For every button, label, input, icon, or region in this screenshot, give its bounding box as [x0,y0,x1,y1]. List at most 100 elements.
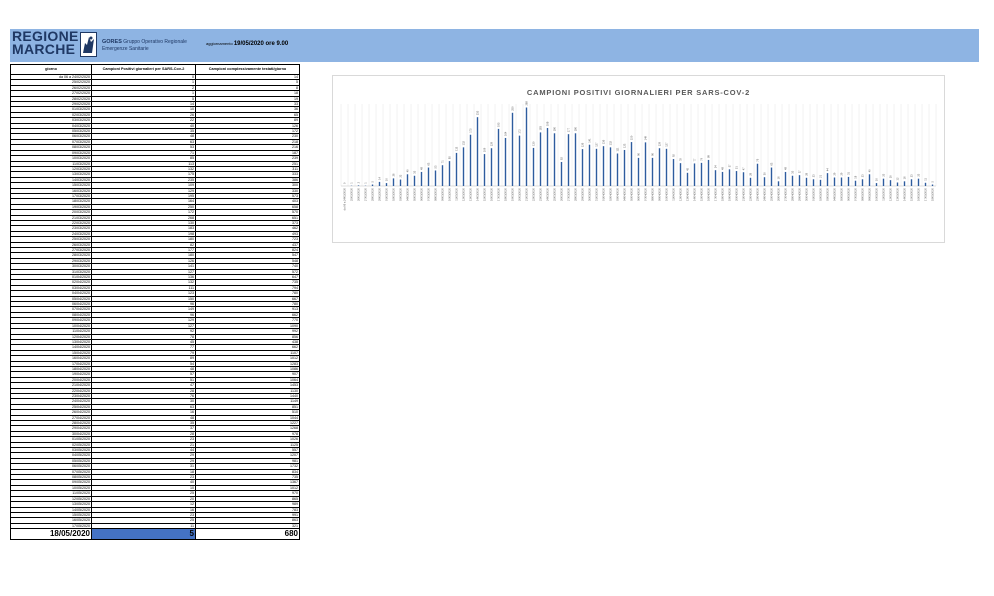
data-label: 63 [427,162,431,165]
col-header-tested: Campioni complessivamente testati/giorno [195,64,300,75]
bar [637,157,640,186]
x-tick-label: 05/04/2020 [630,187,634,201]
data-label: 26 [392,173,396,176]
x-tick-label: 11/03/2020 [455,187,459,200]
data-label: 195 [497,122,501,127]
last-date: 18/05/2020 [10,528,92,541]
bar [763,177,766,186]
x-tick-label: 26/04/2020 [777,187,781,201]
x-tick-label: 29/03/2020 [581,187,585,201]
x-tick-label: 25/04/2020 [770,187,774,201]
bar [875,183,878,186]
update-label: aggiornamento [206,41,233,46]
x-tick-label: 17/05/2020 [924,187,928,201]
table-header-row: giorno Campioni Positivi giornalieri per… [10,64,300,75]
x-tick-label: 20/03/2020 [518,187,522,201]
data-label: 92 [672,154,676,157]
x-tick-label: 02/04/2020 [609,187,613,201]
data-label: 132 [609,140,613,145]
bar [588,144,591,186]
bar [483,154,486,186]
x-tick-label: 28/02/2020 [371,187,375,201]
update-info: aggiornamento 19/05/2020 ore 9.00 [206,41,288,47]
data-label: 79 [700,157,704,160]
x-tick-label: 01/04/2020 [602,187,606,201]
data-label: 35 [413,170,417,173]
x-tick-label: 02/03/2020 [392,187,396,201]
data-label: 23 [861,174,865,177]
data-label: 129 [490,141,494,146]
x-tick-label: 15/03/2020 [483,187,487,201]
data-label: 85 [448,156,452,159]
x-tick-label: 05/05/2020 [840,187,844,201]
table-body: da 06 a 24/02/2020 0 14 25/02/2020 1 5 26/02/2… [10,73,300,541]
data-label: 57 [728,164,732,167]
data-label: 1 [350,182,354,184]
x-tick-label: 24/03/2020 [546,187,550,201]
data-label: 96 [651,152,655,155]
bar [630,142,633,186]
bar [357,185,360,186]
bar [546,128,549,186]
data-label: 29 [840,172,844,175]
bar [616,153,619,186]
x-tick-label: 16/05/2020 [917,187,921,201]
x-tick-label: 18/03/2020 [504,187,508,201]
data-label: 5 [931,181,935,183]
bar [399,179,402,186]
data-label: 40 [868,169,872,172]
x-tick-label: 28/03/2020 [574,187,578,201]
bar [896,182,899,186]
col-header-date: giorno [10,64,92,75]
data-label: 2 [357,181,361,183]
data-label: 129 [658,141,662,146]
bar [721,171,724,186]
gores-desc1: Gruppo Operativo Regionale [123,39,187,45]
data-label: 25 [917,173,921,176]
bar [770,167,773,186]
x-tick-label: 19/03/2020 [511,187,515,201]
data-label: 48 [420,167,424,170]
x-tick-label: 14/05/2020 [903,187,907,201]
x-tick-label: 16/03/2020 [490,187,494,201]
bar [791,175,794,186]
data-label: 113 [455,146,459,151]
data-label: 150 [630,135,634,140]
x-tick-label: 13/04/2020 [686,187,690,201]
data-label: 126 [581,142,585,147]
data-label: 180 [553,126,557,131]
daily-samples-table: giorno Campioni Positivi giornalieri per… [10,64,300,541]
bar [385,183,388,186]
x-tick-label: 01/05/2020 [812,187,816,201]
x-tick-label: 12/04/2020 [679,187,683,201]
x-tick-label: 29/04/2020 [798,187,802,201]
bar [756,163,759,186]
x-tick-label: 23/03/2020 [539,187,543,201]
x-tick-label: 21/04/2020 [742,187,746,201]
x-tick-label: 13/05/2020 [896,187,900,201]
table-total-row: 18/05/2020 5 680 [10,528,300,541]
x-tick-label: 04/04/2020 [623,187,627,201]
data-label: 96 [637,152,641,155]
x-tick-label: 06/03/2020 [420,187,424,201]
x-tick-label: 19/04/2020 [728,187,732,201]
data-label: 47 [742,167,746,170]
last-positive: 5 [91,528,196,541]
bar [658,148,661,186]
x-tick-label: 05/03/2020 [413,187,417,201]
bar [609,147,612,186]
bar [826,173,829,186]
region-emblem-icon [80,32,97,57]
data-label: 35 [791,170,795,173]
x-tick-label: 10/05/2020 [875,187,879,201]
bar [406,174,409,186]
data-label: 48 [721,167,725,170]
x-tick-label: 04/03/2020 [406,187,410,201]
x-tick-label: 28/04/2020 [791,187,795,201]
bar [476,117,479,186]
bar [455,152,458,186]
data-label: 44 [826,168,830,171]
logo-line2: MARCHE [12,41,76,57]
data-label: 12 [896,177,900,180]
last-tested: 680 [195,528,300,541]
